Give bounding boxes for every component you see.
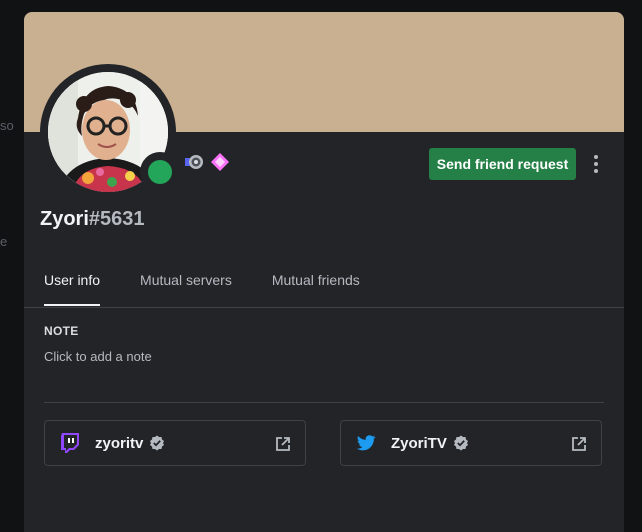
verified-badge-icon xyxy=(150,435,165,451)
avatar-container xyxy=(40,64,180,200)
tab-user-info[interactable]: User info xyxy=(44,264,101,306)
background-text: e xyxy=(0,234,8,249)
external-link-icon[interactable] xyxy=(275,436,291,452)
external-link-icon[interactable] xyxy=(571,436,587,452)
user-profile-modal: Send friend request Zyori#5631 User info… xyxy=(24,12,624,532)
twitter-icon xyxy=(356,435,376,451)
profile-tabs: User info Mutual servers Mutual friends xyxy=(44,264,400,306)
connections-divider xyxy=(44,402,604,403)
note-heading: NOTE xyxy=(44,324,79,338)
tab-mutual-servers[interactable]: Mutual servers xyxy=(140,264,232,306)
connection-twitter: ZyoriTV xyxy=(340,420,602,466)
discriminator: #5631 xyxy=(88,208,145,230)
twitch-icon xyxy=(61,433,79,453)
username-tag: Zyori#5631 xyxy=(40,208,145,231)
more-options-icon[interactable] xyxy=(586,150,606,178)
tab-mutual-friends[interactable]: Mutual friends xyxy=(272,264,360,306)
status-indicator xyxy=(140,152,180,192)
connection-twitch: zyoritv xyxy=(44,420,306,466)
verified-badge-icon xyxy=(453,435,468,451)
profile-badges xyxy=(184,152,230,172)
online-status-icon xyxy=(148,160,172,184)
hypesquad-balance-icon[interactable] xyxy=(184,152,204,172)
background-text: so xyxy=(0,118,14,133)
tab-divider xyxy=(24,307,624,308)
send-friend-request-button[interactable]: Send friend request xyxy=(429,148,576,180)
nitro-gem-icon[interactable] xyxy=(210,152,230,172)
username: Zyori xyxy=(40,208,89,230)
note-input[interactable]: Click to add a note xyxy=(44,349,152,364)
connection-name: ZyoriTV xyxy=(391,434,447,452)
connection-name: zyoritv xyxy=(95,434,144,452)
